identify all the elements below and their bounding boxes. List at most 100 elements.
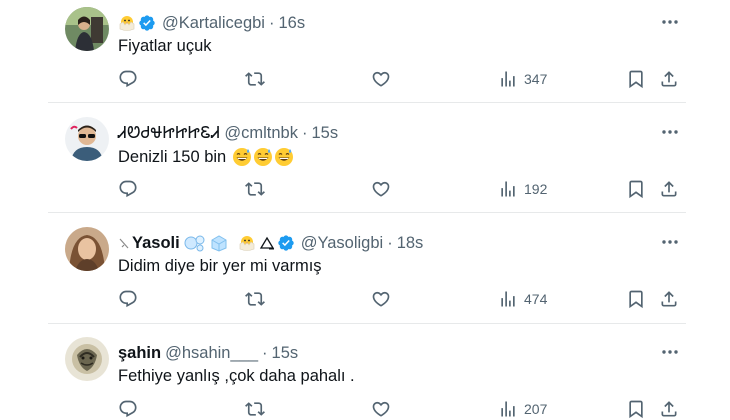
ice-cube-icon xyxy=(211,235,227,252)
reply-icon xyxy=(119,70,137,88)
repost-icon xyxy=(245,292,265,306)
separator-dot: · xyxy=(262,343,268,362)
like-button[interactable] xyxy=(371,396,391,420)
view-count: 207 xyxy=(524,401,548,417)
reply-button[interactable] xyxy=(118,286,138,312)
heart-icon xyxy=(372,401,390,417)
share-button[interactable] xyxy=(659,396,679,420)
like-button[interactable] xyxy=(371,66,391,92)
reply-icon xyxy=(119,290,137,308)
user-handle[interactable]: @Kartalicegbi xyxy=(162,14,265,33)
bubbles-icon xyxy=(184,235,205,252)
display-name[interactable]: şahin xyxy=(118,344,161,363)
bookmark-icon xyxy=(629,400,643,419)
timeline-feed: @Kartalicegbi · 16s Fiyatlar uçuk 347 ᏗᏬ… xyxy=(0,0,730,420)
bookmark-button[interactable] xyxy=(626,396,646,420)
repost-button[interactable] xyxy=(245,396,265,420)
tweet[interactable]: şahin @hsahin___ · 15s Fethiye yanlış ,ç… xyxy=(0,330,730,420)
repost-icon xyxy=(245,402,265,416)
reply-icon xyxy=(119,180,137,198)
grinning-sweat-icon xyxy=(254,148,273,166)
repost-button[interactable] xyxy=(245,176,265,202)
views-button[interactable]: 192 xyxy=(498,176,547,202)
tweet-header: Yasoli @Yasoligbi · 18s xyxy=(118,232,423,254)
bookmark-button[interactable] xyxy=(626,66,646,92)
tweet-text: Fiyatlar uçuk xyxy=(118,37,212,56)
timestamp[interactable]: 16s xyxy=(278,14,305,33)
bookmark-icon xyxy=(629,70,643,89)
view-count: 347 xyxy=(524,71,548,87)
avatar[interactable] xyxy=(65,7,109,51)
name-emojis xyxy=(184,234,275,252)
analytics-icon xyxy=(501,71,515,87)
view-count: 192 xyxy=(524,181,548,197)
tweet-header: ᏗᏬᏧᏠᏥᏥᏥᏋᏗ @cmltnbk · 15s xyxy=(118,122,338,144)
avatar[interactable] xyxy=(65,117,109,161)
user-handle[interactable]: @hsahin___ xyxy=(165,344,258,363)
repost-button[interactable] xyxy=(245,66,265,92)
hatching-chick-icon xyxy=(239,236,255,251)
reply-button[interactable] xyxy=(118,66,138,92)
repost-icon xyxy=(245,182,265,196)
reply-button[interactable] xyxy=(118,396,138,420)
tweet-text-content: Fethiye yanlış ,çok daha pahalı . xyxy=(118,367,355,385)
analytics-icon xyxy=(501,181,515,197)
user-handle[interactable]: @Yasoligbi xyxy=(301,234,383,253)
more-options-icon[interactable] xyxy=(660,232,680,252)
verified-badge-icon xyxy=(139,15,155,31)
share-button[interactable] xyxy=(659,286,679,312)
tweet[interactable]: Yasoli @Yasoligbi · 18s Didim diye bir y… xyxy=(0,220,730,330)
timestamp[interactable]: 15s xyxy=(311,124,338,143)
bookmark-icon xyxy=(629,180,643,199)
more-options-icon[interactable] xyxy=(660,12,680,32)
avatar-image-icon xyxy=(65,117,109,161)
tweet-header: şahin @hsahin___ · 15s xyxy=(118,342,298,364)
display-name[interactable]: Yasoli xyxy=(132,234,180,253)
share-button[interactable] xyxy=(659,66,679,92)
grinning-sweat-icon xyxy=(233,148,252,166)
tweet-text: Denizli 150 bin xyxy=(118,147,294,167)
bookmark-button[interactable] xyxy=(626,286,646,312)
views-button[interactable]: 207 xyxy=(498,396,547,420)
avatar[interactable] xyxy=(65,337,109,381)
separator-dot: · xyxy=(387,233,393,252)
action-bar: 192 xyxy=(0,176,730,202)
heart-icon xyxy=(372,71,390,87)
like-button[interactable] xyxy=(371,176,391,202)
timestamp[interactable]: 15s xyxy=(272,344,299,363)
tweet[interactable]: @Kartalicegbi · 16s Fiyatlar uçuk 347 xyxy=(0,0,730,110)
tweet-text-content: Fiyatlar uçuk xyxy=(118,37,212,55)
separator-dot: · xyxy=(268,13,275,32)
share-icon xyxy=(661,401,677,417)
more-options-icon[interactable] xyxy=(660,122,680,142)
tweet-header: @Kartalicegbi · 16s xyxy=(118,12,305,34)
views-button[interactable]: 474 xyxy=(498,286,547,312)
grinning-sweat-icon xyxy=(275,148,294,166)
action-bar: 207 xyxy=(0,396,730,420)
tweet[interactable]: ᏗᏬᏧᏠᏥᏥᏥᏋᏗ @cmltnbk · 15s Denizli 150 bin xyxy=(0,110,730,220)
timestamp[interactable]: 18s xyxy=(397,234,424,253)
text-emojis xyxy=(232,147,294,167)
tweet-text-content: Denizli 150 bin xyxy=(118,147,227,166)
separator-dot: · xyxy=(301,123,308,142)
share-button[interactable] xyxy=(659,176,679,202)
tweet-text: Fethiye yanlış ,çok daha pahalı . xyxy=(118,367,355,386)
reply-button[interactable] xyxy=(118,176,138,202)
name-emojis xyxy=(118,14,136,32)
more-options-icon[interactable] xyxy=(660,342,680,362)
divider xyxy=(48,323,686,324)
user-handle[interactable]: @cmltnbk xyxy=(224,124,298,143)
action-bar: 474 xyxy=(0,286,730,312)
display-name[interactable]: ᏗᏬᏧᏠᏥᏥᏥᏋᏗ xyxy=(118,124,220,143)
heart-icon xyxy=(372,291,390,307)
tweet-text: Didim diye bir yer mi varmış xyxy=(118,257,322,276)
share-icon xyxy=(661,181,677,197)
repost-button[interactable] xyxy=(245,286,265,312)
like-button[interactable] xyxy=(371,286,391,312)
divider xyxy=(48,212,686,213)
views-button[interactable]: 347 xyxy=(498,66,547,92)
share-icon xyxy=(661,71,677,87)
tweet-text-content: Didim diye bir yer mi varmış xyxy=(118,257,322,275)
bookmark-button[interactable] xyxy=(626,176,646,202)
avatar[interactable] xyxy=(65,227,109,271)
